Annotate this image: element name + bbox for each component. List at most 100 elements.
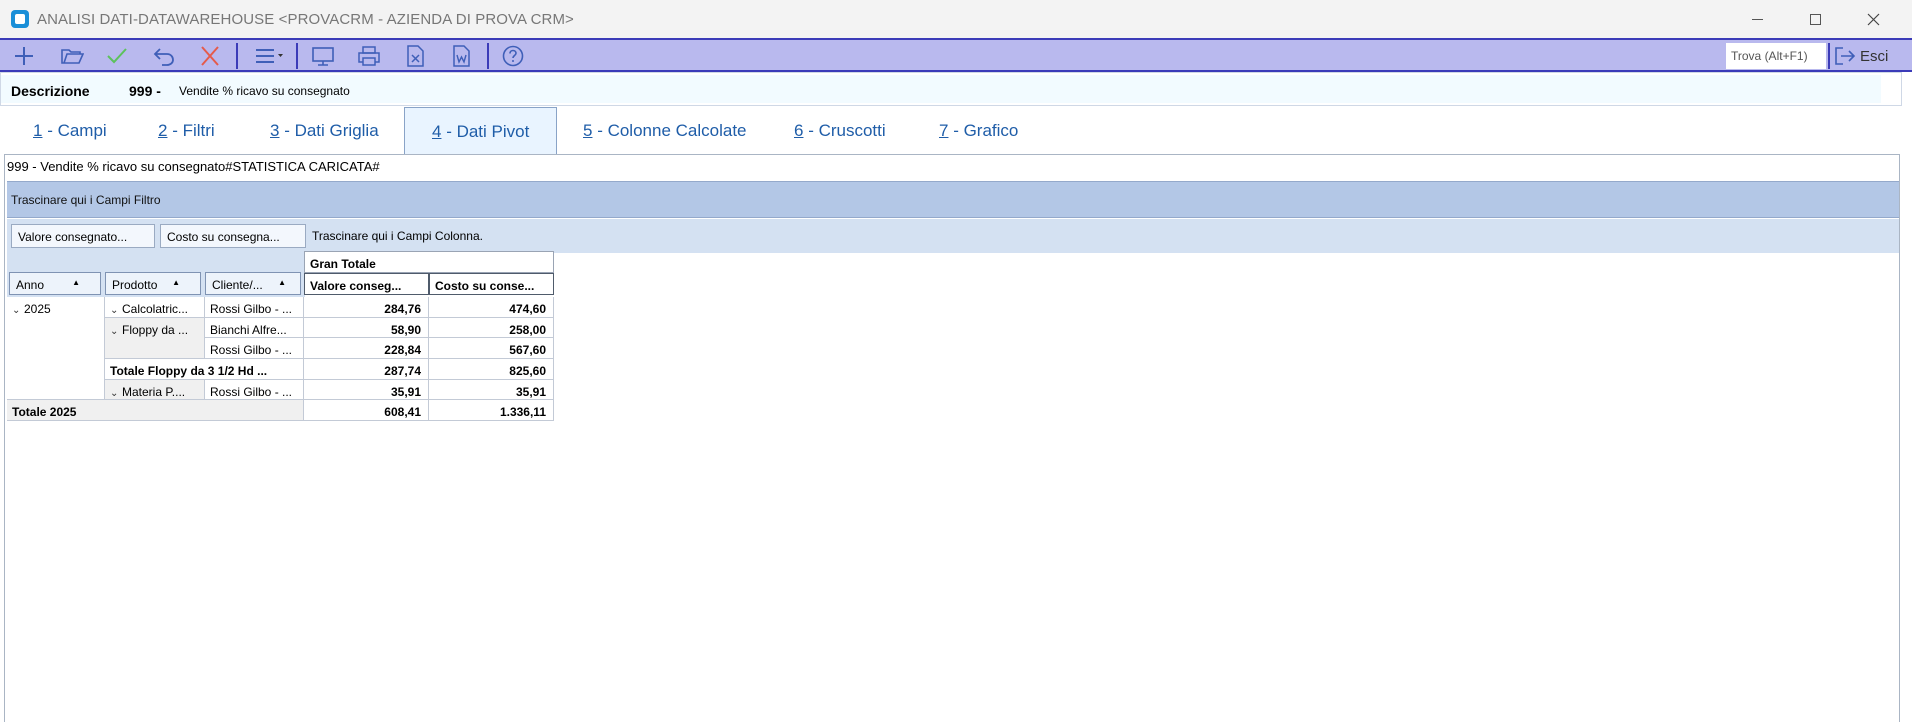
confirm-button[interactable] xyxy=(99,43,135,69)
search-input[interactable]: Trova (Alt+F1) xyxy=(1726,43,1826,69)
minimize-icon xyxy=(1751,18,1763,20)
tab-cruscotti[interactable]: 6 - Cruscotti xyxy=(794,107,886,154)
toolbar-separator xyxy=(236,43,238,69)
row-header-label: Floppy da ... xyxy=(122,323,189,337)
column-drop-area[interactable]: Valore consegnato... Costo su consegna..… xyxy=(7,219,1899,253)
row-header-prodotto[interactable]: ⌄ Floppy da ... xyxy=(105,318,205,359)
undo-icon xyxy=(153,48,174,66)
screen-preview-button[interactable] xyxy=(305,43,341,69)
row-field-anno[interactable]: Anno ▲ xyxy=(9,272,101,295)
row-field-label: Anno xyxy=(16,278,45,292)
row-header-cliente[interactable]: Rossi Gilbo - ... xyxy=(205,380,304,400)
row-header-prodotto[interactable]: ⌄ Calcolatric... xyxy=(105,297,205,318)
data-cell[interactable]: 35,91 xyxy=(429,380,554,400)
data-cell[interactable]: 608,41 xyxy=(304,400,429,421)
data-cell[interactable]: 228,84 xyxy=(304,338,429,359)
row-field-prodotto[interactable]: Prodotto ▲ xyxy=(105,272,201,295)
close-button[interactable] xyxy=(1844,0,1902,38)
print-icon xyxy=(358,46,380,66)
row-field-cliente[interactable]: Cliente/... ▲ xyxy=(205,272,301,295)
app-logo-icon xyxy=(11,10,29,28)
sort-asc-icon: ▲ xyxy=(278,278,286,287)
print-button[interactable] xyxy=(351,43,387,69)
data-cell[interactable]: 287,74 xyxy=(304,359,429,380)
row-header-cliente[interactable]: Rossi Gilbo - ... xyxy=(205,338,304,359)
tab-label: - Colonne Calcolate xyxy=(592,121,747,140)
chevron-down-icon: ⌄ xyxy=(12,305,21,316)
tab-dati-griglia[interactable]: 3 - Dati Griglia xyxy=(270,107,379,154)
description-row: Descrizione 999 - Vendite % ricavo su co… xyxy=(0,72,1902,106)
row-header-anno-2025[interactable]: ⌄ 2025 xyxy=(7,297,105,400)
tab-dati-pivot[interactable]: 4 - Dati Pivot xyxy=(404,107,558,155)
toolbar-separator xyxy=(296,43,298,69)
open-folder-icon xyxy=(61,49,84,64)
data-cell[interactable]: 825,60 xyxy=(429,359,554,380)
row-header-prodotto[interactable]: ⌄ Materia P.... xyxy=(105,380,205,400)
data-cell[interactable]: 474,60 xyxy=(429,297,554,318)
help-button[interactable] xyxy=(495,43,531,69)
application-window: ANALISI DATI-DATAWAREHOUSE <PROVACRM - A… xyxy=(0,0,1912,722)
pivot-title: 999 - Vendite % ricavo su consegnato#STA… xyxy=(7,159,380,174)
total-row-label[interactable]: Totale 2025 xyxy=(7,400,304,421)
description-code: 999 - xyxy=(129,83,161,99)
help-icon xyxy=(502,45,524,67)
description-label: Descrizione xyxy=(11,83,90,99)
column-hint: Trascinare qui i Campi Colonna. xyxy=(312,229,483,243)
tab-campi[interactable]: 1 - Campi xyxy=(33,107,107,154)
new-button[interactable] xyxy=(6,43,42,69)
data-cell[interactable]: 35,91 xyxy=(304,380,429,400)
tab-label: - Grafico xyxy=(948,121,1019,140)
exit-button[interactable]: Esci xyxy=(1834,43,1902,69)
row-header-label: 2025 xyxy=(24,302,51,316)
add-icon xyxy=(15,47,33,65)
data-field-costo-su-consegna[interactable]: Costo su consegna... xyxy=(160,224,306,248)
data-cell[interactable]: 58,90 xyxy=(304,318,429,338)
toolbar-separator xyxy=(1828,43,1830,69)
subtotal-label[interactable]: Totale Floppy da 3 1/2 Hd ... xyxy=(105,359,304,380)
chevron-down-icon: ⌄ xyxy=(110,305,119,316)
undo-button[interactable] xyxy=(146,43,182,69)
row-header-cliente[interactable]: Bianchi Alfre... xyxy=(205,318,304,338)
chevron-down-icon: ⌄ xyxy=(110,326,119,337)
data-cell[interactable]: 1.336,11 xyxy=(429,400,554,421)
delete-button[interactable] xyxy=(192,43,228,69)
value-header-valore[interactable]: Valore conseg... xyxy=(304,273,429,295)
sort-asc-icon: ▲ xyxy=(72,278,80,287)
value-header-costo[interactable]: Costo su conse... xyxy=(429,273,554,295)
row-field-label: Cliente/... xyxy=(212,278,263,292)
data-cell[interactable]: 567,60 xyxy=(429,338,554,359)
title-bar: ANALISI DATI-DATAWAREHOUSE <PROVACRM - A… xyxy=(0,0,1912,38)
tab-filtri[interactable]: 2 - Filtri xyxy=(158,107,215,154)
tab-grafico[interactable]: 7 - Grafico xyxy=(939,107,1018,154)
tab-label: - Filtri xyxy=(167,121,215,140)
maximize-icon xyxy=(1809,13,1821,25)
description-value: Vendite % ricavo su consegnato xyxy=(179,84,350,98)
open-button[interactable] xyxy=(54,43,90,69)
tab-bar: 1 - Campi 2 - Filtri 3 - Dati Griglia 4 … xyxy=(0,107,1902,155)
menu-icon xyxy=(256,49,283,63)
tab-colonne-calcolate[interactable]: 5 - Colonne Calcolate xyxy=(583,107,747,154)
maximize-button[interactable] xyxy=(1786,0,1844,38)
data-cell[interactable]: 284,76 xyxy=(304,297,429,318)
export-word-button[interactable] xyxy=(443,43,479,69)
row-header-cliente[interactable]: Rossi Gilbo - ... xyxy=(205,297,304,318)
description-field: Descrizione 999 - Vendite % ricavo su co… xyxy=(1,75,1881,103)
pivot-panel: 999 - Vendite % ricavo su consegnato#STA… xyxy=(4,154,1900,722)
filter-drop-area[interactable]: Trascinare qui i Campi Filtro xyxy=(7,181,1899,218)
row-header-label: Materia P.... xyxy=(122,385,186,399)
excel-icon xyxy=(407,45,424,67)
minimize-button[interactable] xyxy=(1728,0,1786,38)
tab-label: - Dati Griglia xyxy=(279,121,379,140)
confirm-check-icon xyxy=(107,48,127,64)
main-toolbar: Trova (Alt+F1) Esci xyxy=(0,38,1912,72)
menu-dropdown-button[interactable] xyxy=(248,43,290,69)
window-title: ANALISI DATI-DATAWAREHOUSE <PROVACRM - A… xyxy=(37,11,574,28)
grand-total-header: Gran Totale xyxy=(304,251,554,273)
export-excel-button[interactable] xyxy=(397,43,433,69)
exit-icon xyxy=(1835,47,1856,65)
row-header-label: Calcolatric... xyxy=(122,302,189,316)
data-cell[interactable]: 258,00 xyxy=(429,318,554,338)
tab-label: - Cruscotti xyxy=(803,121,886,140)
exit-label: Esci xyxy=(1860,47,1889,65)
data-field-valore-consegnato[interactable]: Valore consegnato... xyxy=(11,224,155,248)
